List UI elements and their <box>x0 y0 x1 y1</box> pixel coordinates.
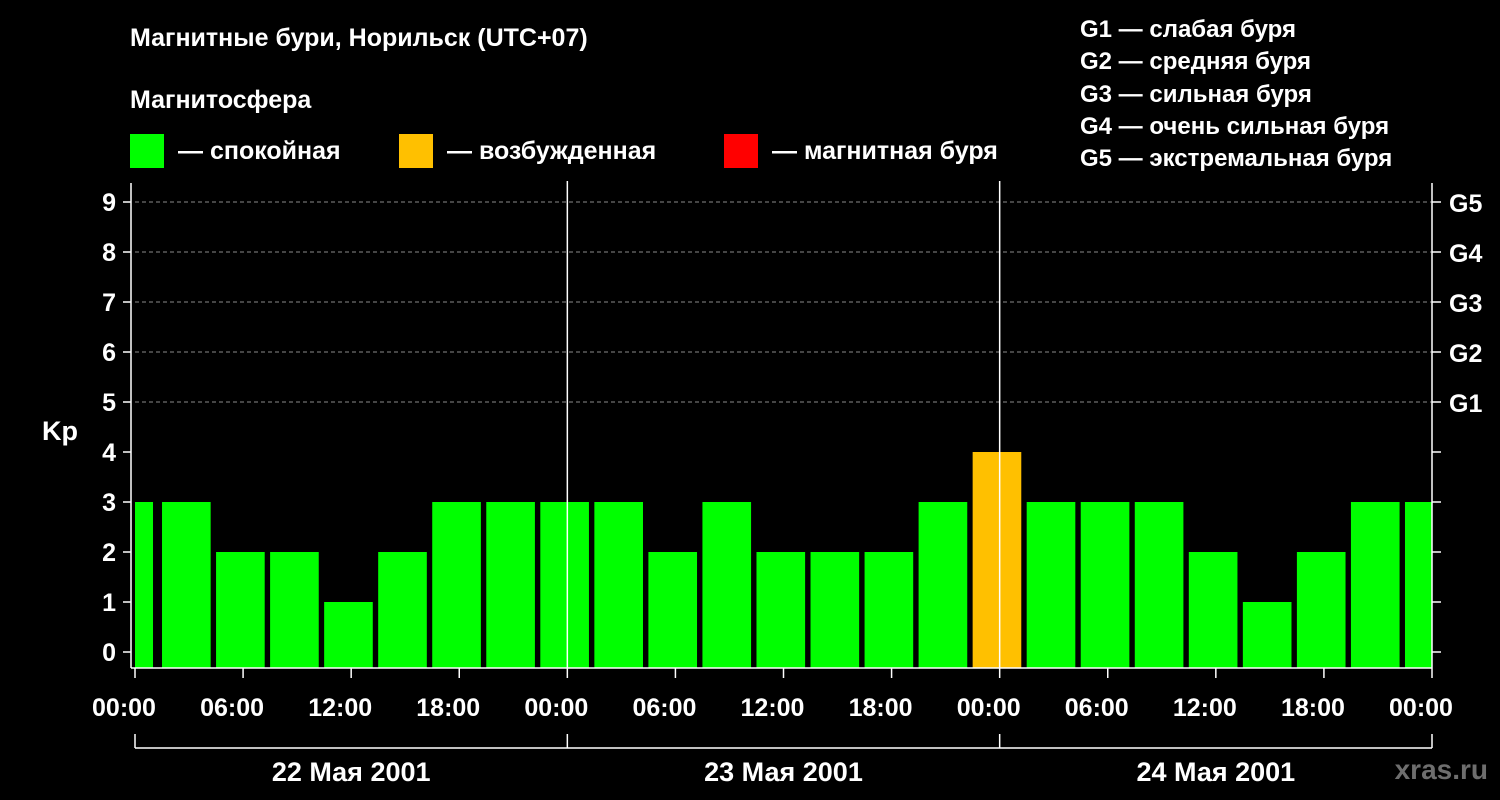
day-label: 22 Мая 2001 <box>272 757 431 787</box>
x-tick-label: 12:00 <box>741 694 805 722</box>
y-tick-label: 9 <box>102 189 116 217</box>
y-axis-label: Kp <box>42 416 78 446</box>
g-scale-label: G5 <box>1449 190 1482 218</box>
kp-bar <box>270 552 319 668</box>
kp-bar <box>486 502 535 668</box>
x-tick-label: 18:00 <box>416 694 480 722</box>
kp-bar <box>648 552 698 668</box>
kp-bar <box>1188 552 1238 668</box>
x-tick-label: 06:00 <box>632 694 696 722</box>
kp-bar <box>1242 602 1292 668</box>
kp-bar <box>432 502 481 668</box>
x-tick-label: 00:00 <box>524 694 588 722</box>
kp-bar <box>135 502 154 668</box>
y-tick-label: 1 <box>102 589 116 617</box>
g-scale-label: G1 <box>1449 390 1482 418</box>
kp-bar <box>972 452 1022 668</box>
g-scale-label: G3 <box>1449 290 1482 318</box>
g-scale-label: G2 <box>1449 340 1482 368</box>
x-tick-label: 00:00 <box>92 694 156 722</box>
y-tick-label: 8 <box>102 239 116 267</box>
kp-bar <box>594 502 643 668</box>
x-tick-label: 06:00 <box>1065 694 1129 722</box>
kp-bar <box>1080 502 1130 668</box>
y-tick-label: 7 <box>102 289 116 317</box>
kp-bar <box>918 502 968 668</box>
kp-chart: 0 1 2 3 4 5 6 7 8 9 G1 G2 G3 G4 G5 Kp 00:00 06:00 12:00 18:… <box>42 181 1482 787</box>
day-label: 24 Мая 2001 <box>1136 757 1295 787</box>
y-tick-label: 3 <box>102 489 116 517</box>
x-tick-label: 18:00 <box>849 694 913 722</box>
watermark: xras.ru <box>1394 754 1488 785</box>
x-tick-label: 06:00 <box>200 694 264 722</box>
kp-bar <box>810 552 860 668</box>
y-tick-label: 5 <box>102 389 116 417</box>
kp-bar <box>1026 502 1076 668</box>
x-tick-label: 00:00 <box>1389 694 1453 722</box>
kp-bar <box>1296 552 1346 668</box>
kp-bar <box>324 602 373 668</box>
x-tick-label: 00:00 <box>957 694 1021 722</box>
kp-bar <box>216 552 265 668</box>
kp-bar <box>756 552 806 668</box>
kp-bar <box>1134 502 1184 668</box>
day-label: 23 Мая 2001 <box>704 757 863 787</box>
kp-bar <box>864 552 914 668</box>
kp-bar <box>1350 502 1400 668</box>
y-tick-label: 6 <box>102 339 116 367</box>
kp-bar <box>1404 502 1432 668</box>
kp-bar <box>702 502 752 668</box>
kp-bar <box>540 502 589 668</box>
kp-bar <box>162 502 211 668</box>
kp-bar <box>378 552 427 668</box>
x-tick-label: 12:00 <box>308 694 372 722</box>
y-tick-label: 0 <box>102 639 116 667</box>
y-tick-label: 2 <box>102 539 116 567</box>
x-tick-label: 12:00 <box>1173 694 1237 722</box>
x-tick-label: 18:00 <box>1281 694 1345 722</box>
g-scale-label: G4 <box>1449 240 1482 268</box>
y-tick-label: 4 <box>102 439 116 467</box>
